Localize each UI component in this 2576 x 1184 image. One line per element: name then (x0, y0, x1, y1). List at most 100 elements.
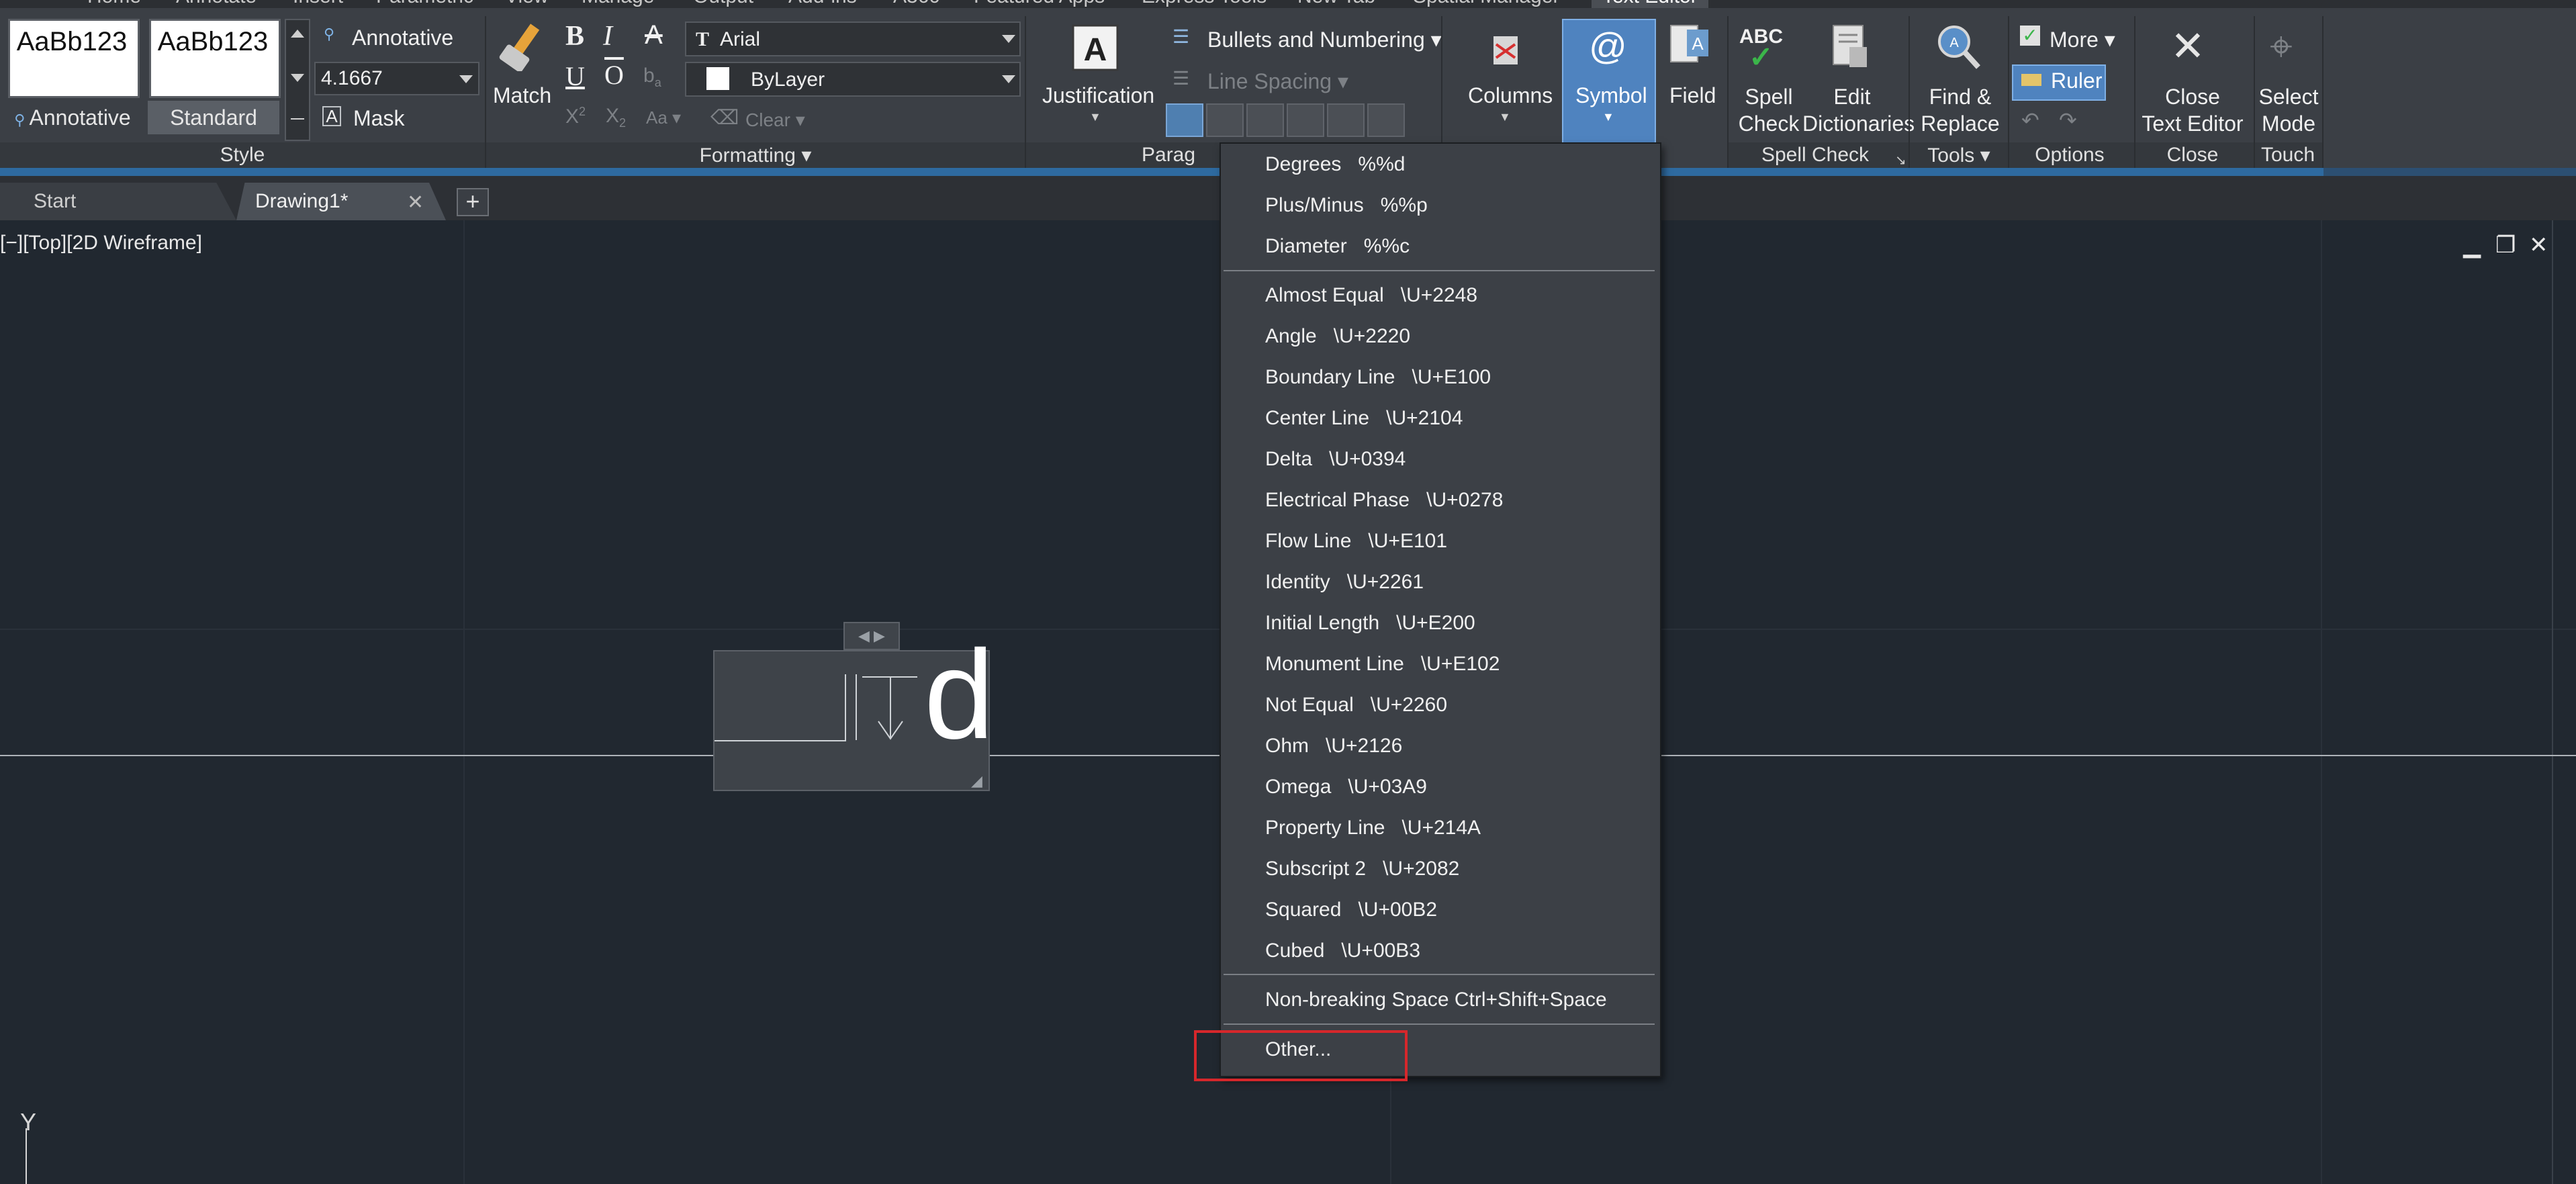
menu-item-cubed[interactable]: Cubed \U+00B3 (1265, 940, 1420, 962)
select-mode-icon: ⌖ (2270, 24, 2293, 69)
mtext-width-handle[interactable]: ◀ ▶ (843, 622, 900, 650)
edit-dictionaries-button[interactable]: Edit Dictionaries (1802, 83, 1915, 137)
more-options-icon: ✓ (2020, 26, 2040, 46)
mtext-content[interactable]: d (924, 631, 995, 758)
redo-icon[interactable]: ↷ (2059, 107, 2077, 133)
change-case-icon[interactable]: Aa ▾ (646, 107, 681, 128)
distribute-icon[interactable] (1327, 103, 1365, 137)
menu-item-angle[interactable]: Angle \U+2220 (1265, 325, 1410, 348)
tab-output[interactable]: Output (693, 0, 753, 8)
formatting-panel-title[interactable]: Formatting ▾ (486, 144, 1025, 168)
annotative-toggle[interactable]: Annotative (352, 26, 453, 50)
tab-view[interactable]: View (505, 0, 548, 8)
superscript-icon[interactable]: X2 (565, 105, 586, 128)
menu-item-degrees[interactable]: Degrees %%d (1265, 153, 1405, 176)
minimize-icon[interactable]: ▁ (2463, 232, 2481, 259)
justify-icon[interactable] (1287, 103, 1324, 137)
menu-item-flow-line[interactable]: Flow Line \U+E101 (1265, 530, 1447, 553)
menu-item-not-equal[interactable]: Not Equal \U+2260 (1265, 694, 1447, 717)
tab-home[interactable]: Home (87, 0, 141, 8)
menu-item-property-line[interactable]: Property Line \U+214A (1265, 817, 1481, 839)
viewport-controls-label[interactable]: [−][Top][2D Wireframe] (0, 232, 202, 255)
columns-button[interactable]: Columns (1468, 83, 1553, 108)
mask-button[interactable]: Mask (353, 106, 404, 131)
find-replace-button[interactable]: Find & Replace (1915, 83, 2005, 137)
field-button[interactable]: Field (1669, 83, 1716, 108)
menu-item-almost-equal[interactable]: Almost Equal \U+2248 (1265, 284, 1477, 307)
menu-item-boundary-line[interactable]: Boundary Line \U+E100 (1265, 366, 1491, 389)
spell-check-panel-title: Spell Check (1761, 144, 1870, 166)
annotative-toggle-icon: ⚲ (324, 26, 335, 42)
clear-button[interactable]: Clear ▾ (745, 109, 805, 131)
ribbon-accent-line-right (2324, 168, 2576, 176)
scroll-down-icon[interactable] (291, 74, 304, 82)
font-combo[interactable]: T Arial (685, 21, 1021, 56)
color-combo[interactable]: ByLayer (685, 62, 1021, 97)
tab-spatial-manager[interactable]: Spatial Manager (1413, 0, 1559, 8)
menu-item-identity[interactable]: Identity \U+2261 (1265, 571, 1424, 594)
menu-item-initial-length[interactable]: Initial Length \U+E200 (1265, 612, 1475, 635)
menu-item-squared[interactable]: Squared \U+00B2 (1265, 899, 1437, 921)
resize-grip-icon[interactable]: ◢ (971, 772, 982, 790)
dialog-launcher-icon[interactable]: ↘ (1895, 152, 1906, 169)
spell-check-button[interactable]: Spell Check (1731, 83, 1806, 137)
tab-manage[interactable]: Manage (582, 0, 654, 8)
menu-item-diameter[interactable]: Diameter %%c (1265, 235, 1410, 258)
tab-text-editor[interactable]: Text Editor (1592, 0, 1708, 8)
undo-icon[interactable]: ↶ (2021, 107, 2039, 133)
bullets-numbering-button[interactable]: Bullets and Numbering ▾ (1207, 27, 1442, 52)
close-icon[interactable]: ✕ (2529, 232, 2548, 259)
overline-icon[interactable]: O (604, 59, 624, 91)
ucs-y-axis-icon (26, 1128, 27, 1184)
tab-add-ins[interactable]: Add-ins (788, 0, 857, 8)
tab-parametric[interactable]: Parametric (376, 0, 473, 8)
scroll-up-icon[interactable] (291, 30, 304, 38)
align-left-icon[interactable] (1166, 103, 1203, 137)
menu-item-monument-line[interactable]: Monument Line \U+E102 (1265, 653, 1500, 676)
menu-item-center-line[interactable]: Center Line \U+2104 (1265, 407, 1463, 430)
menu-item-subscript-2[interactable]: Subscript 2 \U+2082 (1265, 858, 1459, 880)
tab-featured-apps[interactable]: Featured Apps (974, 0, 1105, 8)
line-spacing-button[interactable]: Line Spacing ▾ (1207, 69, 1348, 94)
select-mode-button[interactable]: Select Mode (2256, 83, 2321, 137)
more-button[interactable]: More ▾ (2050, 27, 2115, 52)
menu-item-ohm[interactable]: Ohm \U+2126 (1265, 735, 1402, 758)
bold-icon[interactable]: B (565, 20, 584, 52)
menu-item-electrical-phase[interactable]: Electrical Phase \U+0278 (1265, 489, 1503, 512)
paragraph-panel-title[interactable]: Parag (1142, 144, 1195, 168)
tab-annotate[interactable]: Annotate (176, 0, 257, 8)
viewport-scrollbar[interactable] (2552, 220, 2553, 1184)
text-height-combo[interactable]: 4.1667 (314, 62, 479, 95)
symbol-button-label: Symbol (1575, 83, 1647, 107)
subscript-icon[interactable]: X2 (606, 105, 626, 130)
match-button[interactable]: Match (493, 83, 551, 108)
style-gallery-scroller[interactable] (285, 19, 310, 141)
svg-text:A: A (1084, 32, 1107, 68)
menu-item-delta[interactable]: Delta \U+0394 (1265, 448, 1406, 471)
strikethrough-icon[interactable]: A (645, 20, 663, 50)
tab-a360[interactable]: A360 (893, 0, 940, 8)
new-tab-button[interactable]: + (457, 188, 489, 216)
chevron-down-icon (459, 75, 473, 83)
italic-icon[interactable]: I (603, 20, 612, 52)
tab-express-tools[interactable]: Express Tools (1142, 0, 1267, 8)
restore-icon[interactable]: ❐ (2495, 232, 2516, 259)
align-center-icon[interactable] (1206, 103, 1244, 137)
align-right-icon[interactable] (1246, 103, 1284, 137)
close-text-editor-button[interactable]: Close Text Editor (2137, 83, 2248, 137)
menu-item-omega[interactable]: Omega \U+03A9 (1265, 776, 1427, 799)
tab-start[interactable]: Start (0, 183, 236, 220)
menu-item-non-breaking-space[interactable]: Non-breaking Space Ctrl+Shift+Space (1265, 989, 1607, 1011)
justification-button[interactable]: Justification (1042, 83, 1154, 108)
paragraph-settings-icon[interactable] (1367, 103, 1405, 137)
close-tab-icon[interactable]: ✕ (407, 191, 424, 214)
tab-insert[interactable]: Insert (293, 0, 343, 8)
underline-icon[interactable]: U (565, 60, 585, 92)
menu-item-plus-minus[interactable]: Plus/Minus %%p (1265, 194, 1428, 217)
panel-divider (2322, 16, 2324, 168)
truetype-icon: T (696, 28, 710, 50)
tools-panel-title[interactable]: Tools ▾ (1910, 144, 2008, 168)
tab-new-tab[interactable]: New Tab (1297, 0, 1375, 8)
gallery-expand-icon[interactable] (291, 118, 304, 120)
stack-icon[interactable]: ba (643, 64, 661, 90)
